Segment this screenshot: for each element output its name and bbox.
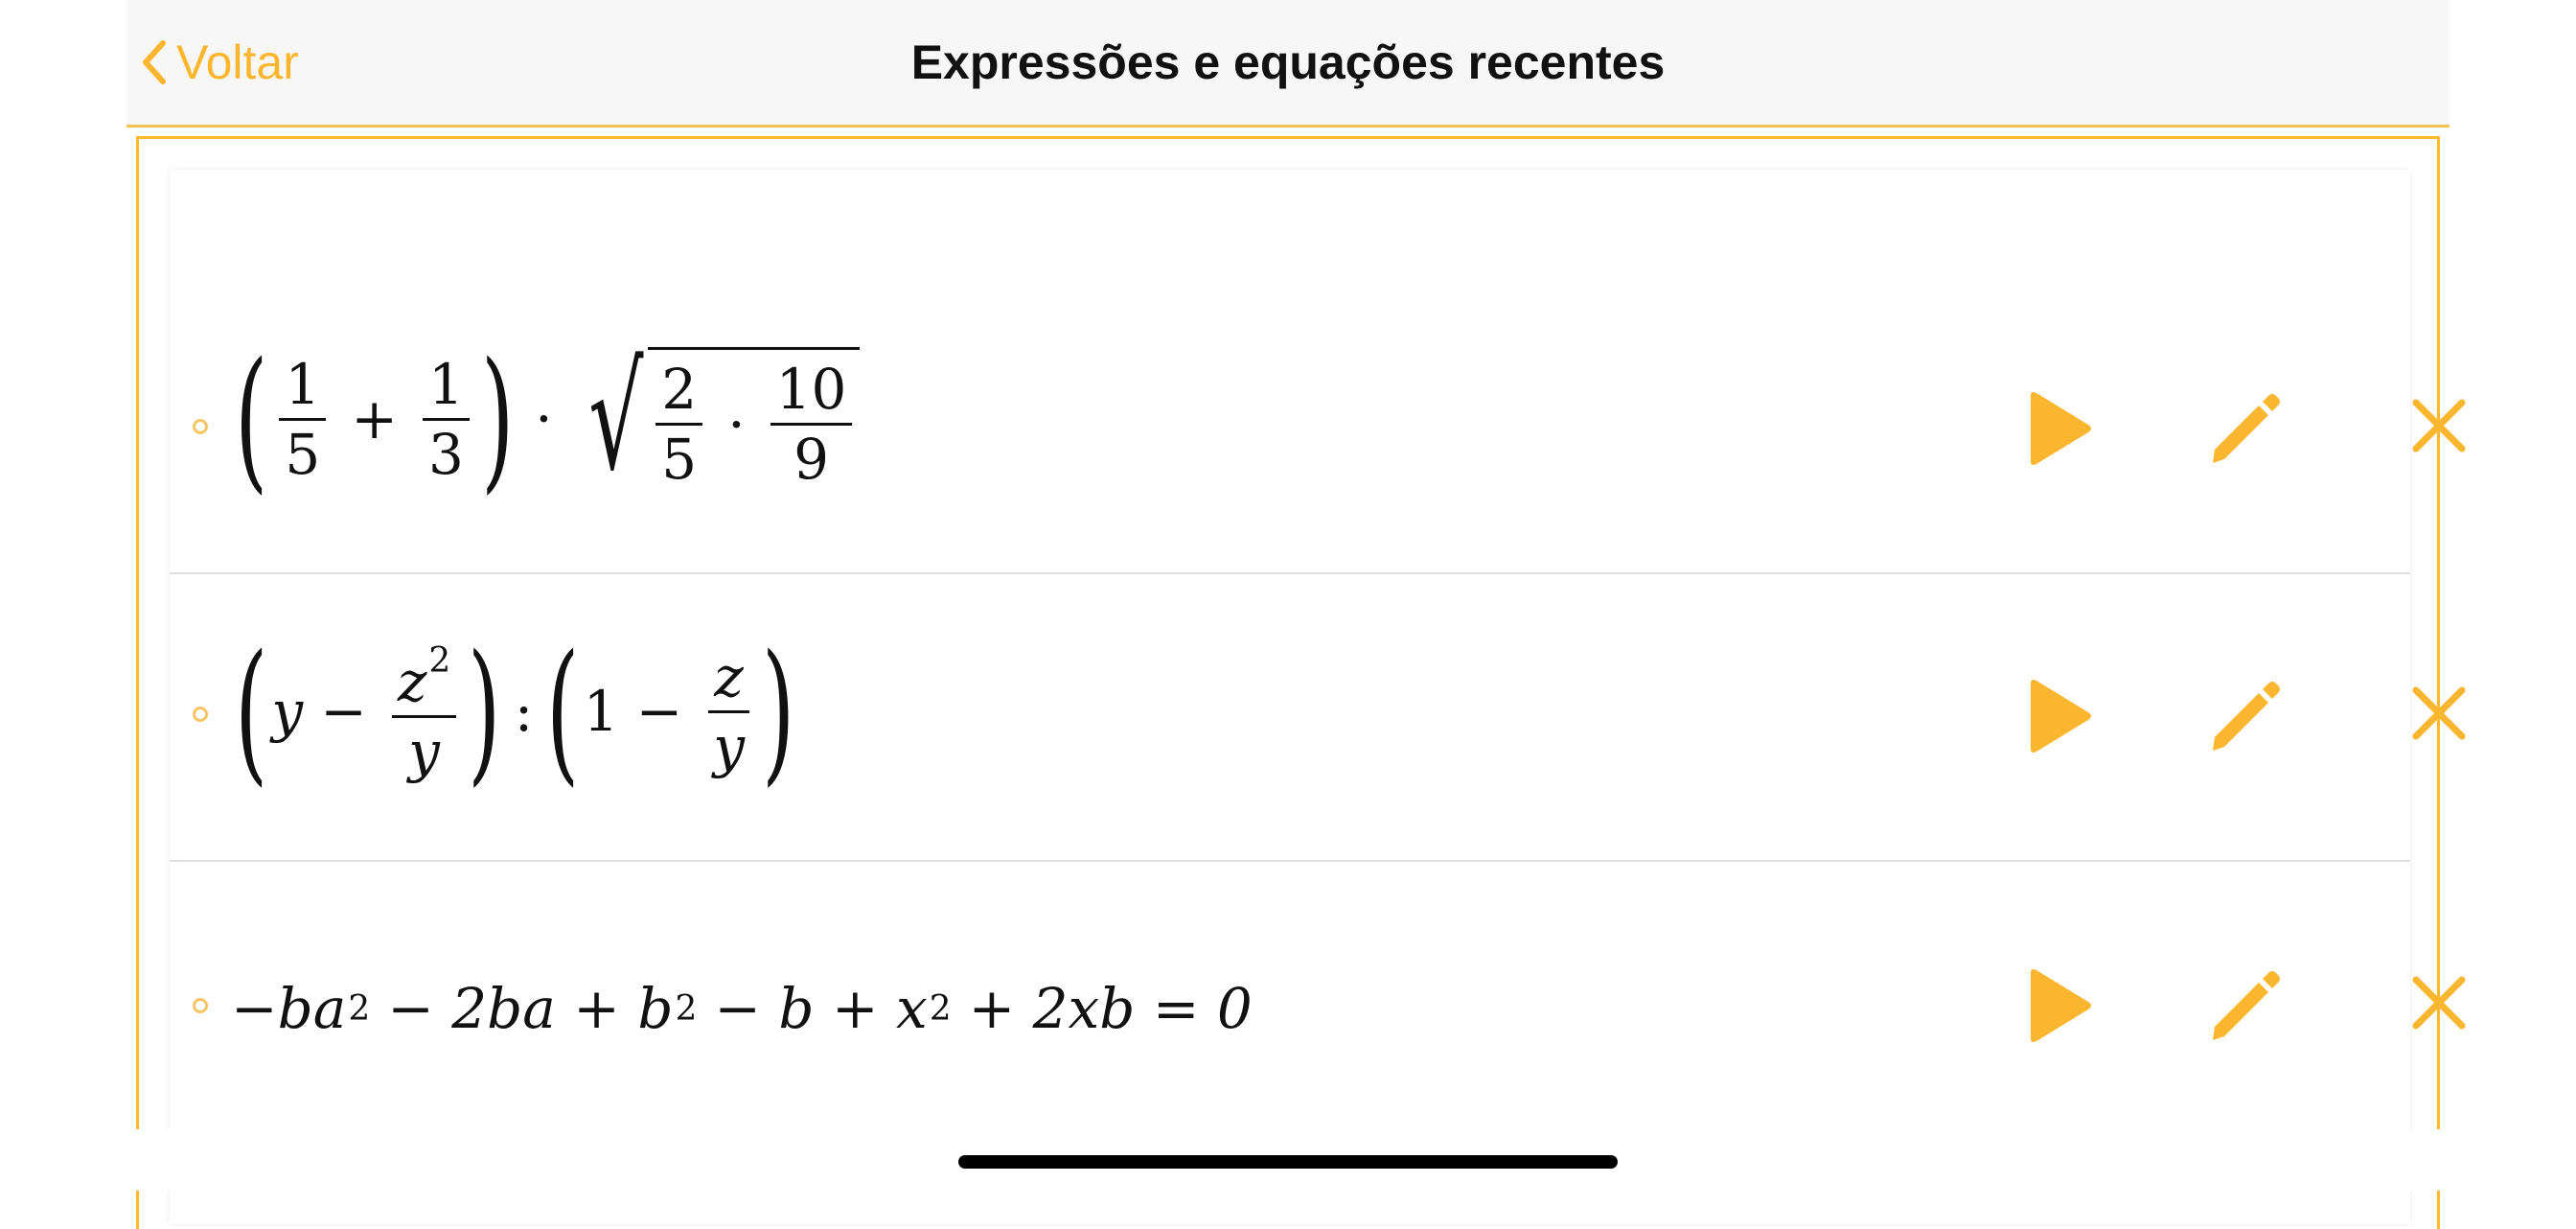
history-frame: ( 1 5 + 1 3 ) · √ 2 5 · 10 9 (y − z2 y … (136, 136, 2466, 1229)
operator: − (320, 679, 367, 744)
left-paren: ( (235, 621, 268, 800)
history-list: ( 1 5 + 1 3 ) · √ 2 5 · 10 9 (y − z2 y … (170, 170, 2466, 1224)
number: 1 (583, 679, 619, 744)
equation-3[interactable]: −ba 2 − 2ba + b2 − b + x2 + 2xb = 0 (231, 965, 1253, 1052)
expression-1[interactable]: ( 1 5 + 1 3 ) · √ 2 5 · 10 9 (231, 313, 861, 524)
pencil-icon[interactable] (2209, 392, 2282, 465)
denominator: y (402, 718, 446, 779)
variable: z (714, 643, 744, 709)
fraction: 1 3 (422, 357, 470, 487)
close-icon[interactable] (2410, 397, 2468, 454)
operator: : (514, 679, 534, 744)
fraction: z2 y (391, 640, 457, 779)
square-root: √ 2 5 · 10 9 (570, 347, 861, 491)
fraction: z y (707, 649, 750, 775)
bullet-icon (193, 998, 208, 1013)
expression-2[interactable]: ( y − z2 y ) : ( 1 − z y ) (231, 615, 798, 807)
pencil-icon[interactable] (2209, 969, 2282, 1042)
numerator: 10 (770, 361, 853, 426)
numerator: z2 (391, 640, 457, 718)
bullet-icon (193, 707, 208, 722)
pencil-icon[interactable] (2209, 680, 2282, 753)
history-row-1[interactable]: ( 1 5 + 1 3 ) · √ 2 5 · 10 9 (170, 170, 2466, 574)
bullet-icon (193, 419, 208, 434)
right-paren: ) (480, 329, 515, 508)
play-icon[interactable] (2027, 390, 2094, 467)
variable: y (271, 679, 304, 744)
left-paren: ( (546, 621, 580, 800)
numerator: z (708, 649, 749, 713)
term: + 2xb = 0 (968, 976, 1253, 1041)
close-icon[interactable] (2410, 684, 2468, 742)
denominator: 5 (285, 421, 321, 487)
numerator: 1 (422, 357, 470, 421)
radical-icon: √ (587, 336, 644, 502)
denominator: 9 (794, 427, 829, 492)
numerator: 1 (279, 357, 327, 421)
row-actions (1931, 860, 2466, 1148)
fraction: 1 5 (279, 357, 327, 487)
denominator: y (707, 713, 750, 775)
term: − 2ba + b (387, 976, 674, 1041)
exponent: 2 (929, 988, 952, 1029)
term: −ba (231, 976, 347, 1041)
navigation-bar: Voltar Expressões e equações recentes (126, 0, 2450, 128)
operator: − (635, 679, 683, 744)
row-actions (1931, 572, 2466, 860)
right-paren: ) (762, 621, 795, 800)
history-row-2[interactable]: ( y − z2 y ) : ( 1 − z y ) (170, 572, 2466, 862)
operator: · (535, 386, 553, 452)
fraction: 2 5 (656, 361, 703, 492)
home-indicator (0, 1129, 2576, 1191)
term: − b + x (714, 976, 928, 1041)
fraction: 10 9 (770, 361, 853, 487)
variable: y (713, 713, 745, 779)
exponent: 2 (675, 988, 698, 1029)
operator: · (727, 391, 746, 457)
row-actions (1931, 170, 2466, 572)
variable: y (408, 718, 440, 784)
page-title: Expressões e equações recentes (910, 35, 1666, 89)
numerator: 2 (656, 361, 703, 426)
variable: z (397, 648, 427, 714)
close-icon[interactable] (2410, 974, 2468, 1032)
play-icon[interactable] (2027, 967, 2094, 1044)
denominator: 3 (427, 421, 464, 487)
exponent: 2 (428, 640, 451, 681)
play-icon[interactable] (2027, 678, 2094, 754)
left-paren: ( (235, 329, 268, 508)
right-paren: ) (468, 621, 501, 800)
exponent: 2 (348, 988, 371, 1029)
operator: + (351, 386, 398, 452)
denominator: 5 (661, 427, 698, 492)
history-row-3[interactable]: −ba 2 − 2ba + b2 − b + x2 + 2xb = 0 (170, 860, 2466, 1148)
radicand: 2 5 · 10 9 (648, 347, 861, 492)
